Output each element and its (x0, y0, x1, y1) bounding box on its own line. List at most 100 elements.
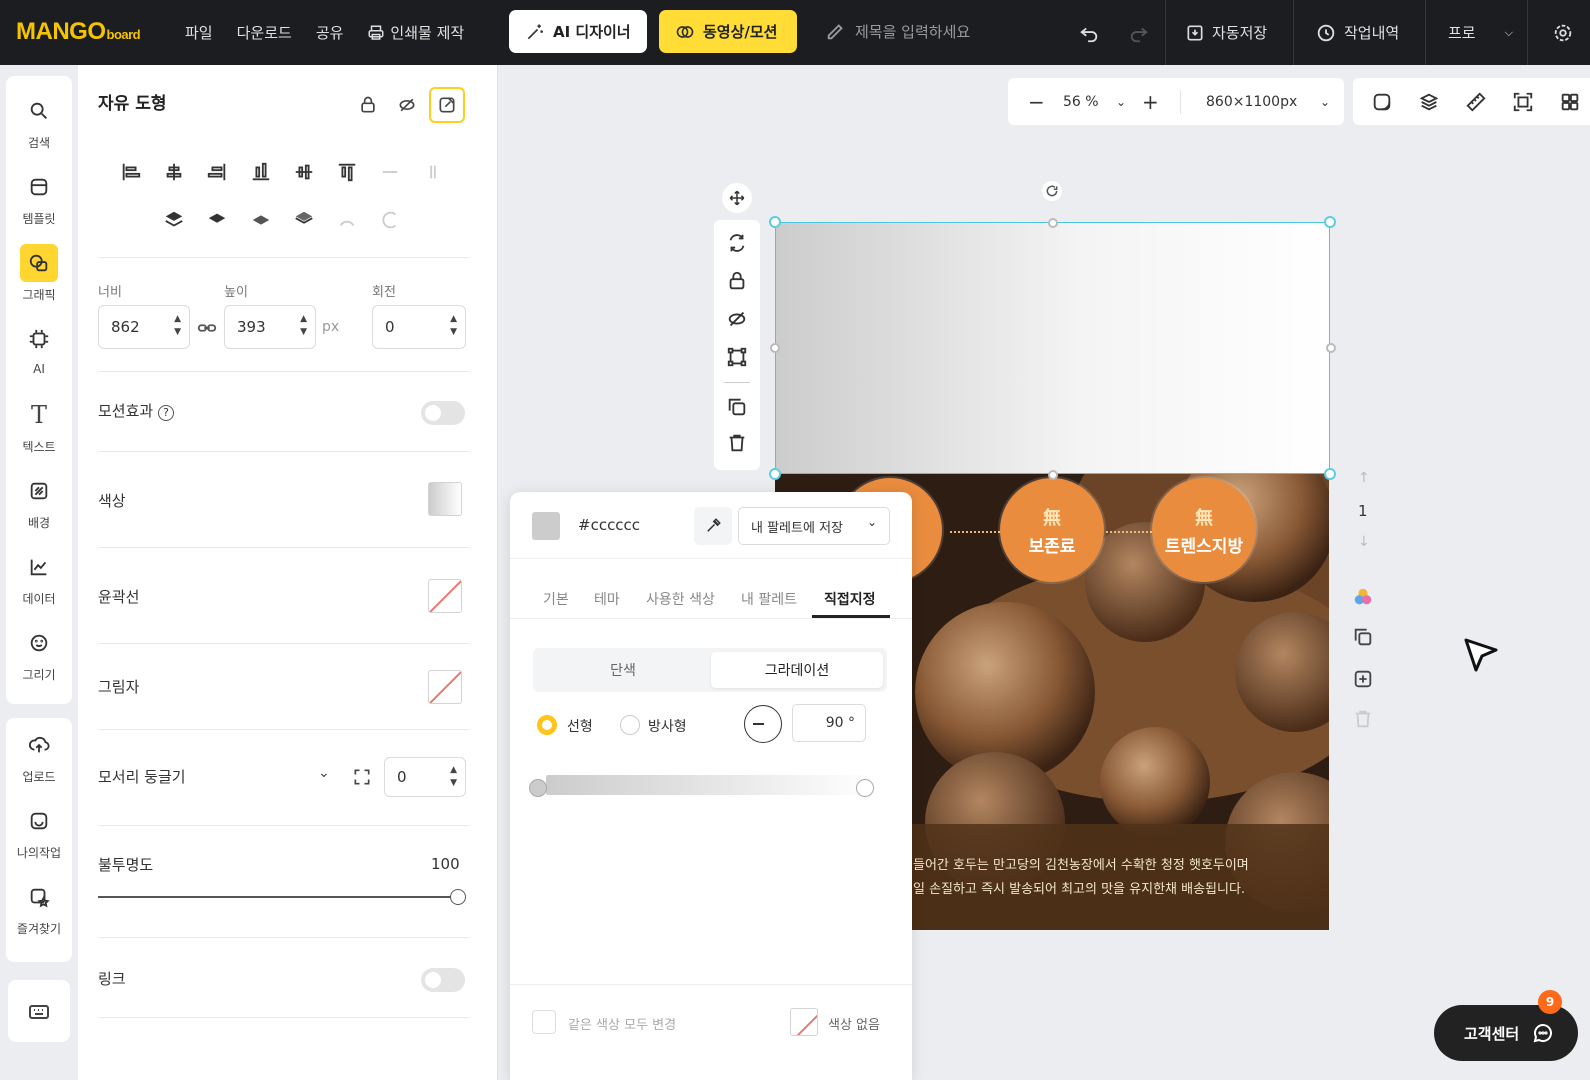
redo-button[interactable] (1128, 0, 1150, 65)
fit-screen-icon[interactable] (1512, 91, 1534, 113)
undo-button[interactable] (1078, 0, 1100, 65)
ruler-icon[interactable] (1465, 91, 1487, 113)
title-input[interactable]: 제목을 입력하세요 (825, 20, 970, 42)
resize-handle[interactable] (1326, 343, 1336, 353)
radius-input[interactable]: 0 ▲ ▼ (384, 757, 466, 797)
hex-value[interactable]: #cccccc (578, 516, 640, 534)
current-color-swatch[interactable] (532, 512, 560, 540)
chevron-down-icon[interactable]: ⌄ (1116, 95, 1126, 109)
help-icon[interactable]: ? (157, 405, 174, 421)
resize-handle[interactable] (769, 468, 781, 480)
opacity-slider-thumb[interactable] (450, 889, 466, 905)
stepper-icon[interactable]: ▲ ▼ (450, 764, 457, 790)
resize-handle[interactable] (769, 216, 781, 228)
selected-shape[interactable] (775, 222, 1330, 474)
flip-vertical-icon[interactable] (379, 209, 401, 231)
mode-solid[interactable]: 단색 (537, 652, 709, 688)
lock-button[interactable] (350, 87, 386, 123)
eyedropper-button[interactable] (694, 507, 732, 545)
motion-toggle[interactable] (421, 401, 465, 425)
keyboard-shortcut-button[interactable] (8, 980, 70, 1042)
move-handle[interactable] (722, 183, 752, 213)
bring-front-icon[interactable] (163, 209, 185, 231)
tab-custom[interactable]: 직접지정 (824, 589, 876, 609)
add-page-icon[interactable] (1352, 668, 1374, 690)
tab-theme[interactable]: 테마 (594, 589, 620, 609)
duplicate-icon[interactable] (726, 396, 748, 418)
link-toggle[interactable] (421, 968, 465, 992)
color-palette-icon[interactable] (1352, 586, 1374, 608)
angle-dial[interactable] (744, 705, 782, 743)
angle-input[interactable]: 90 ° (792, 704, 866, 742)
page-down-icon[interactable]: ↓ (1358, 534, 1370, 550)
resize-handle[interactable] (1324, 468, 1336, 480)
no-color-swatch[interactable] (790, 1008, 818, 1036)
gradient-stop-start[interactable] (529, 779, 547, 797)
autosave-button[interactable]: 자동저장 (1185, 0, 1267, 65)
width-input[interactable]: 862 ▲ ▼ (98, 305, 190, 349)
zoom-value[interactable]: 56 % (1063, 94, 1099, 110)
support-button[interactable]: 고객센터 (1434, 1005, 1578, 1061)
hide-button[interactable] (389, 87, 425, 123)
vector-edit-icon[interactable] (726, 346, 748, 368)
flip-horizontal-icon[interactable] (336, 209, 358, 231)
rail-draw[interactable]: 그리기 (6, 624, 72, 683)
align-bottom-icon[interactable] (250, 161, 272, 183)
align-right-icon[interactable] (206, 161, 228, 183)
align-middle-icon[interactable] (293, 161, 315, 183)
zoom-in-button[interactable]: + (1142, 90, 1159, 114)
canvas-size[interactable]: 860×1100px (1206, 94, 1297, 110)
rail-upload[interactable]: 업로드 (6, 726, 72, 785)
stroke-swatch[interactable] (428, 579, 462, 613)
radial-radio[interactable] (620, 715, 640, 735)
sticker-icon[interactable] (1371, 91, 1393, 113)
history-button[interactable]: 작업내역 (1315, 0, 1399, 65)
rail-text[interactable]: T 텍스트 (6, 396, 72, 455)
no-color-label[interactable]: 색상 없음 (828, 1014, 880, 1033)
rotate-input[interactable]: 0 ▲ ▼ (372, 305, 466, 349)
chevron-down-icon[interactable]: ⌄ (1320, 95, 1330, 109)
stepper-icon[interactable]: ▲ ▼ (450, 313, 457, 339)
rail-data[interactable]: 데이터 (6, 548, 72, 607)
chevron-down-icon[interactable]: ⌄ (318, 765, 330, 781)
rail-background[interactable]: 배경 (6, 472, 72, 531)
rail-mywork[interactable]: 나의작업 (6, 802, 72, 861)
bring-forward-icon[interactable] (206, 209, 228, 231)
delete-page-icon[interactable] (1352, 708, 1374, 730)
ai-designer-button[interactable]: AI 디자이너 (509, 10, 647, 53)
tab-basic[interactable]: 기본 (543, 589, 569, 609)
align-center-icon[interactable] (163, 161, 185, 183)
align-top-icon[interactable] (336, 161, 358, 183)
save-palette-dropdown[interactable]: 내 팔레트에 저장 ⌄ (738, 507, 890, 545)
trash-icon[interactable] (726, 432, 748, 454)
change-all-checkbox[interactable] (532, 1010, 556, 1034)
logo[interactable]: MANGOboard (16, 18, 141, 46)
grid-icon[interactable] (1559, 91, 1581, 113)
stepper-icon[interactable]: ▲ ▼ (174, 313, 181, 339)
resize-handle[interactable] (1048, 470, 1058, 480)
rail-favorites[interactable]: 즐겨찾기 (6, 878, 72, 937)
plan-dropdown[interactable]: 프로 ⌵ (1448, 0, 1513, 65)
link-ratio-icon[interactable] (196, 317, 218, 339)
menu-file[interactable]: 파일 (185, 22, 213, 43)
align-left-icon[interactable] (120, 161, 142, 183)
menu-share[interactable]: 공유 (316, 22, 344, 43)
edit-shape-button[interactable] (429, 87, 465, 123)
distribute-vertical-icon[interactable] (422, 161, 444, 183)
rail-template[interactable]: 템플릿 (6, 168, 72, 227)
tab-my-palette[interactable]: 내 팔레트 (741, 589, 797, 609)
stepper-icon[interactable]: ▲ ▼ (300, 313, 307, 339)
resize-handle[interactable] (1324, 216, 1336, 228)
corner-icon[interactable] (352, 767, 372, 787)
send-back-icon[interactable] (293, 209, 315, 231)
zoom-out-button[interactable]: − (1028, 90, 1045, 114)
rail-search[interactable]: 검색 (6, 92, 72, 151)
page-up-icon[interactable]: ↑ (1358, 470, 1370, 486)
gradient-bar[interactable] (546, 775, 877, 795)
rail-ai[interactable]: AI (6, 320, 72, 376)
height-input[interactable]: 393 ▲ ▼ (224, 305, 316, 349)
menu-download[interactable]: 다운로드 (237, 22, 292, 43)
eye-off-icon[interactable] (726, 308, 748, 330)
mode-gradient[interactable]: 그라데이션 (711, 652, 883, 688)
video-motion-button[interactable]: 동영상/모션 (659, 10, 797, 53)
